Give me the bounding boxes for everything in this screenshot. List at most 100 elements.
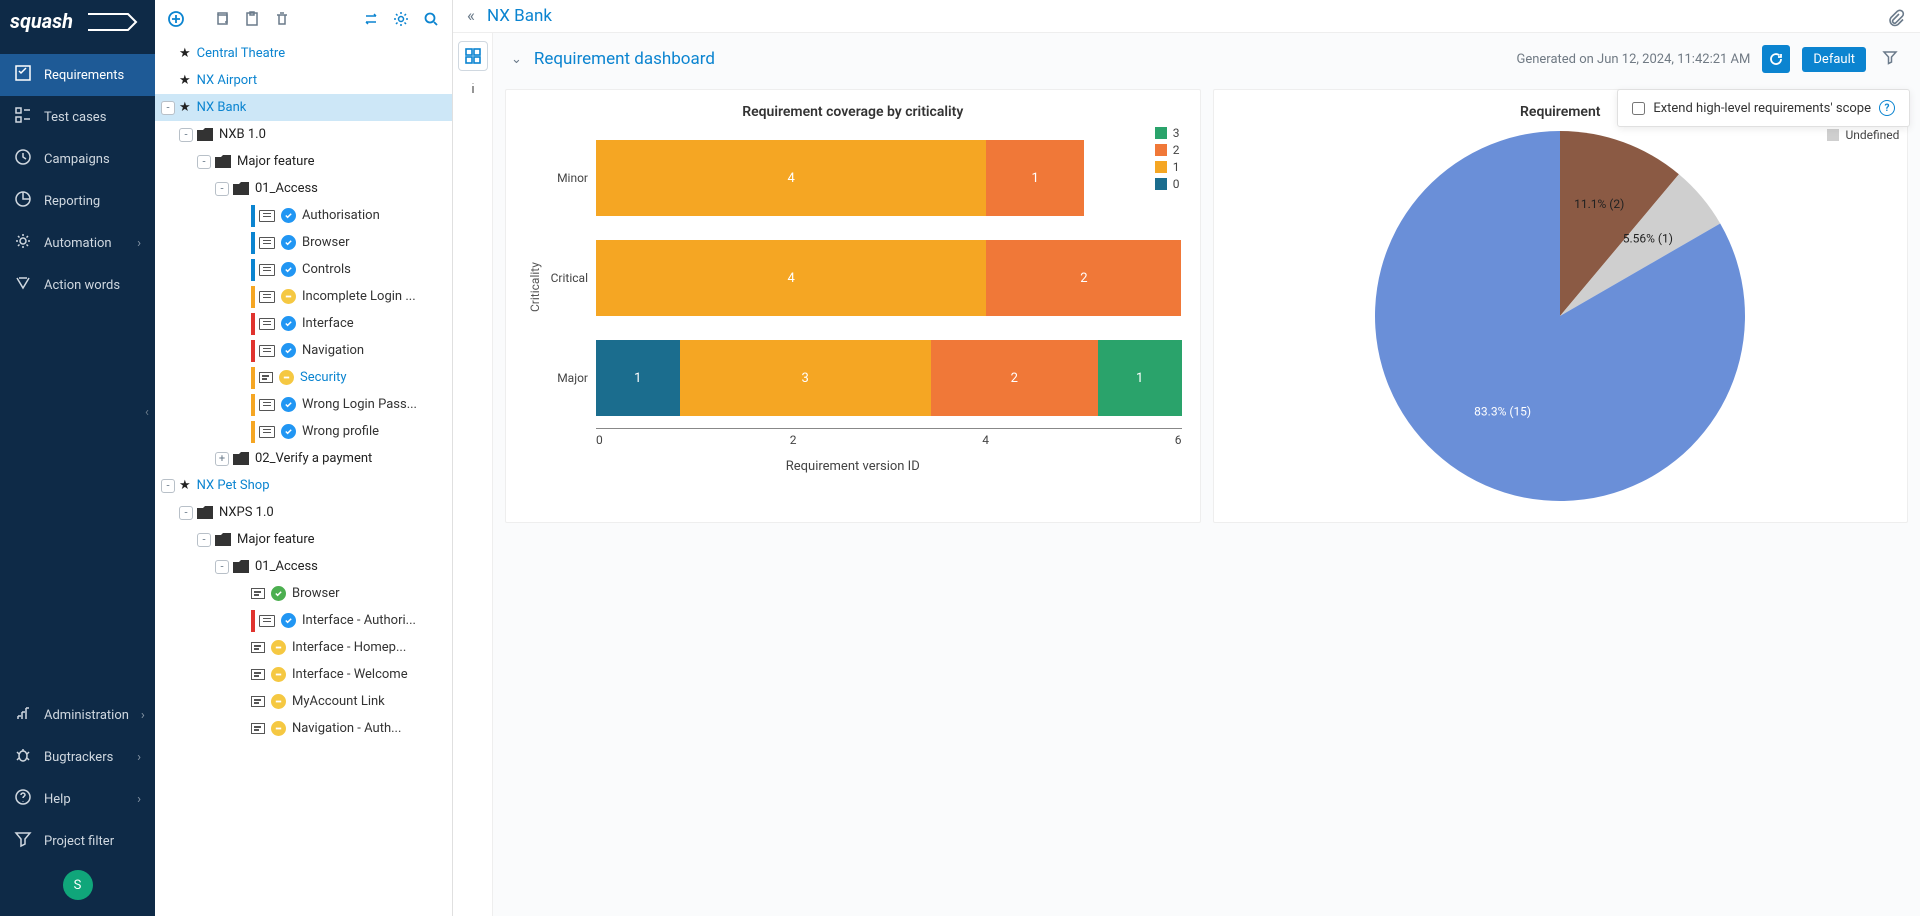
back-icon[interactable]: « bbox=[467, 6, 475, 26]
tree-node[interactable]: -Major feature bbox=[155, 526, 452, 553]
y-axis-label: Criticality bbox=[524, 128, 546, 447]
bar-segment: 2 bbox=[931, 340, 1098, 416]
tree-label: NXPS 1.0 bbox=[219, 505, 274, 520]
folder-icon bbox=[215, 155, 231, 168]
tree-node[interactable]: Wrong profile bbox=[155, 418, 452, 445]
delete-icon[interactable] bbox=[269, 6, 295, 32]
tree-node[interactable]: Security bbox=[155, 364, 452, 391]
chevron-right-icon: › bbox=[137, 236, 141, 251]
tree-node[interactable]: Navigation - Auth... bbox=[155, 715, 452, 742]
sort-icon[interactable] bbox=[358, 6, 384, 32]
nav-requirements[interactable]: Requirements bbox=[0, 54, 155, 96]
paste-icon[interactable] bbox=[239, 6, 265, 32]
tree-label: Interface - Homep... bbox=[292, 640, 406, 655]
tree-node[interactable]: -★NX Bank bbox=[155, 94, 452, 121]
copy-icon[interactable] bbox=[209, 6, 235, 32]
tree-node[interactable]: - NXPS 1.0 bbox=[155, 499, 452, 526]
bar-segment: 4 bbox=[596, 140, 986, 216]
collapse-icon[interactable]: - bbox=[215, 182, 229, 196]
nav-automation[interactable]: Automation › bbox=[0, 222, 155, 264]
info-icon[interactable] bbox=[458, 73, 488, 103]
tree-node[interactable]: Authorisation bbox=[155, 202, 452, 229]
tree-node[interactable]: -01_Access bbox=[155, 175, 452, 202]
nav-administration[interactable]: Administration › bbox=[0, 694, 155, 736]
toggle-blank bbox=[233, 695, 247, 709]
chevron-right-icon: › bbox=[137, 792, 141, 807]
collapse-icon[interactable]: - bbox=[179, 128, 193, 142]
toggle-blank bbox=[233, 587, 247, 601]
search-icon[interactable] bbox=[418, 6, 444, 32]
expand-icon[interactable]: + bbox=[215, 452, 229, 466]
status-icon bbox=[281, 424, 296, 439]
toggle-blank bbox=[233, 263, 247, 277]
dashboard-view-icon[interactable] bbox=[458, 41, 488, 71]
bar-segment: 2 bbox=[986, 240, 1181, 316]
tree-node[interactable]: Controls bbox=[155, 256, 452, 283]
collapse-icon[interactable]: - bbox=[215, 560, 229, 574]
nav-projectfilter[interactable]: Project filter bbox=[0, 820, 155, 862]
toggle-blank bbox=[233, 425, 247, 439]
collapse-icon[interactable]: - bbox=[179, 506, 193, 520]
gear-icon[interactable] bbox=[388, 6, 414, 32]
chevron-down-icon[interactable]: ⌄ bbox=[511, 52, 522, 67]
tree-node[interactable]: Interface bbox=[155, 310, 452, 337]
tree-node[interactable]: Browser bbox=[155, 229, 452, 256]
tree-node[interactable]: +02_Verify a payment bbox=[155, 445, 452, 472]
tree-node[interactable]: Wrong Login Pass... bbox=[155, 391, 452, 418]
tree-node[interactable]: -Major feature bbox=[155, 148, 452, 175]
tree-node[interactable]: Browser bbox=[155, 580, 452, 607]
criticality-bar bbox=[251, 232, 255, 254]
help-icon[interactable]: ? bbox=[1879, 100, 1895, 116]
toggle-blank bbox=[233, 371, 247, 385]
collapse-icon[interactable]: - bbox=[197, 155, 211, 169]
status-icon bbox=[271, 640, 286, 655]
nav-reporting[interactable]: Reporting bbox=[0, 180, 155, 222]
toggle-blank bbox=[233, 614, 247, 628]
tree-panel: ★Central Theatre★NX Airport-★NX Bank-NXB… bbox=[155, 0, 453, 916]
collapse-sidebar-icon[interactable]: ‹ bbox=[145, 405, 149, 420]
tree-node[interactable]: Interface - Homep... bbox=[155, 634, 452, 661]
collapse-icon[interactable]: - bbox=[161, 101, 175, 115]
help-icon bbox=[14, 788, 32, 810]
extend-scope-checkbox[interactable] bbox=[1632, 102, 1645, 115]
attachment-icon[interactable] bbox=[1886, 8, 1906, 33]
highlevel-req-icon bbox=[251, 723, 265, 734]
status-icon bbox=[281, 235, 296, 250]
automation-icon bbox=[14, 232, 32, 254]
nav-bugtrackers[interactable]: Bugtrackers › bbox=[0, 736, 155, 778]
tree-node[interactable]: -★NX Pet Shop bbox=[155, 472, 452, 499]
x-tick: 0 bbox=[596, 433, 604, 447]
criticality-bar bbox=[251, 259, 255, 281]
tree-node[interactable]: ★Central Theatre bbox=[155, 40, 452, 67]
nav-testcases[interactable]: Test cases bbox=[0, 96, 155, 138]
add-icon[interactable] bbox=[163, 6, 189, 32]
refresh-button[interactable] bbox=[1762, 45, 1790, 73]
chart-title: Requirement coverage by criticality bbox=[524, 104, 1182, 120]
tree-node[interactable]: Interface - Welcome bbox=[155, 661, 452, 688]
tree-node[interactable]: Interface - Authori... bbox=[155, 607, 452, 634]
nav-actionwords[interactable]: Action words bbox=[0, 264, 155, 306]
toggle-blank bbox=[233, 722, 247, 736]
tree-label: MyAccount Link bbox=[292, 694, 385, 709]
bar-segment: 1 bbox=[1098, 340, 1182, 416]
tree-label: NX Pet Shop bbox=[197, 478, 270, 493]
highlevel-req-icon bbox=[251, 642, 265, 653]
tree-node[interactable]: -NXB 1.0 bbox=[155, 121, 452, 148]
nav-label: Administration bbox=[44, 708, 129, 723]
requirement-icon bbox=[259, 615, 275, 627]
collapse-icon[interactable]: - bbox=[197, 533, 211, 547]
nav-help[interactable]: Help › bbox=[0, 778, 155, 820]
tree-node[interactable]: Navigation bbox=[155, 337, 452, 364]
filter-settings-icon[interactable] bbox=[1878, 45, 1902, 73]
avatar[interactable]: S bbox=[63, 870, 93, 900]
default-button[interactable]: Default bbox=[1802, 47, 1866, 72]
folder-icon bbox=[233, 560, 249, 573]
collapse-icon[interactable]: - bbox=[161, 479, 175, 493]
nav-campaigns[interactable]: Campaigns bbox=[0, 138, 155, 180]
tree-node[interactable]: ★NX Airport bbox=[155, 67, 452, 94]
tree-node[interactable]: MyAccount Link bbox=[155, 688, 452, 715]
tree-node[interactable]: -01_Access bbox=[155, 553, 452, 580]
generated-timestamp: Generated on Jun 12, 2024, 11:42:21 AM bbox=[1516, 52, 1750, 67]
nav-label: Action words bbox=[44, 278, 120, 293]
tree-node[interactable]: Incomplete Login ... bbox=[155, 283, 452, 310]
